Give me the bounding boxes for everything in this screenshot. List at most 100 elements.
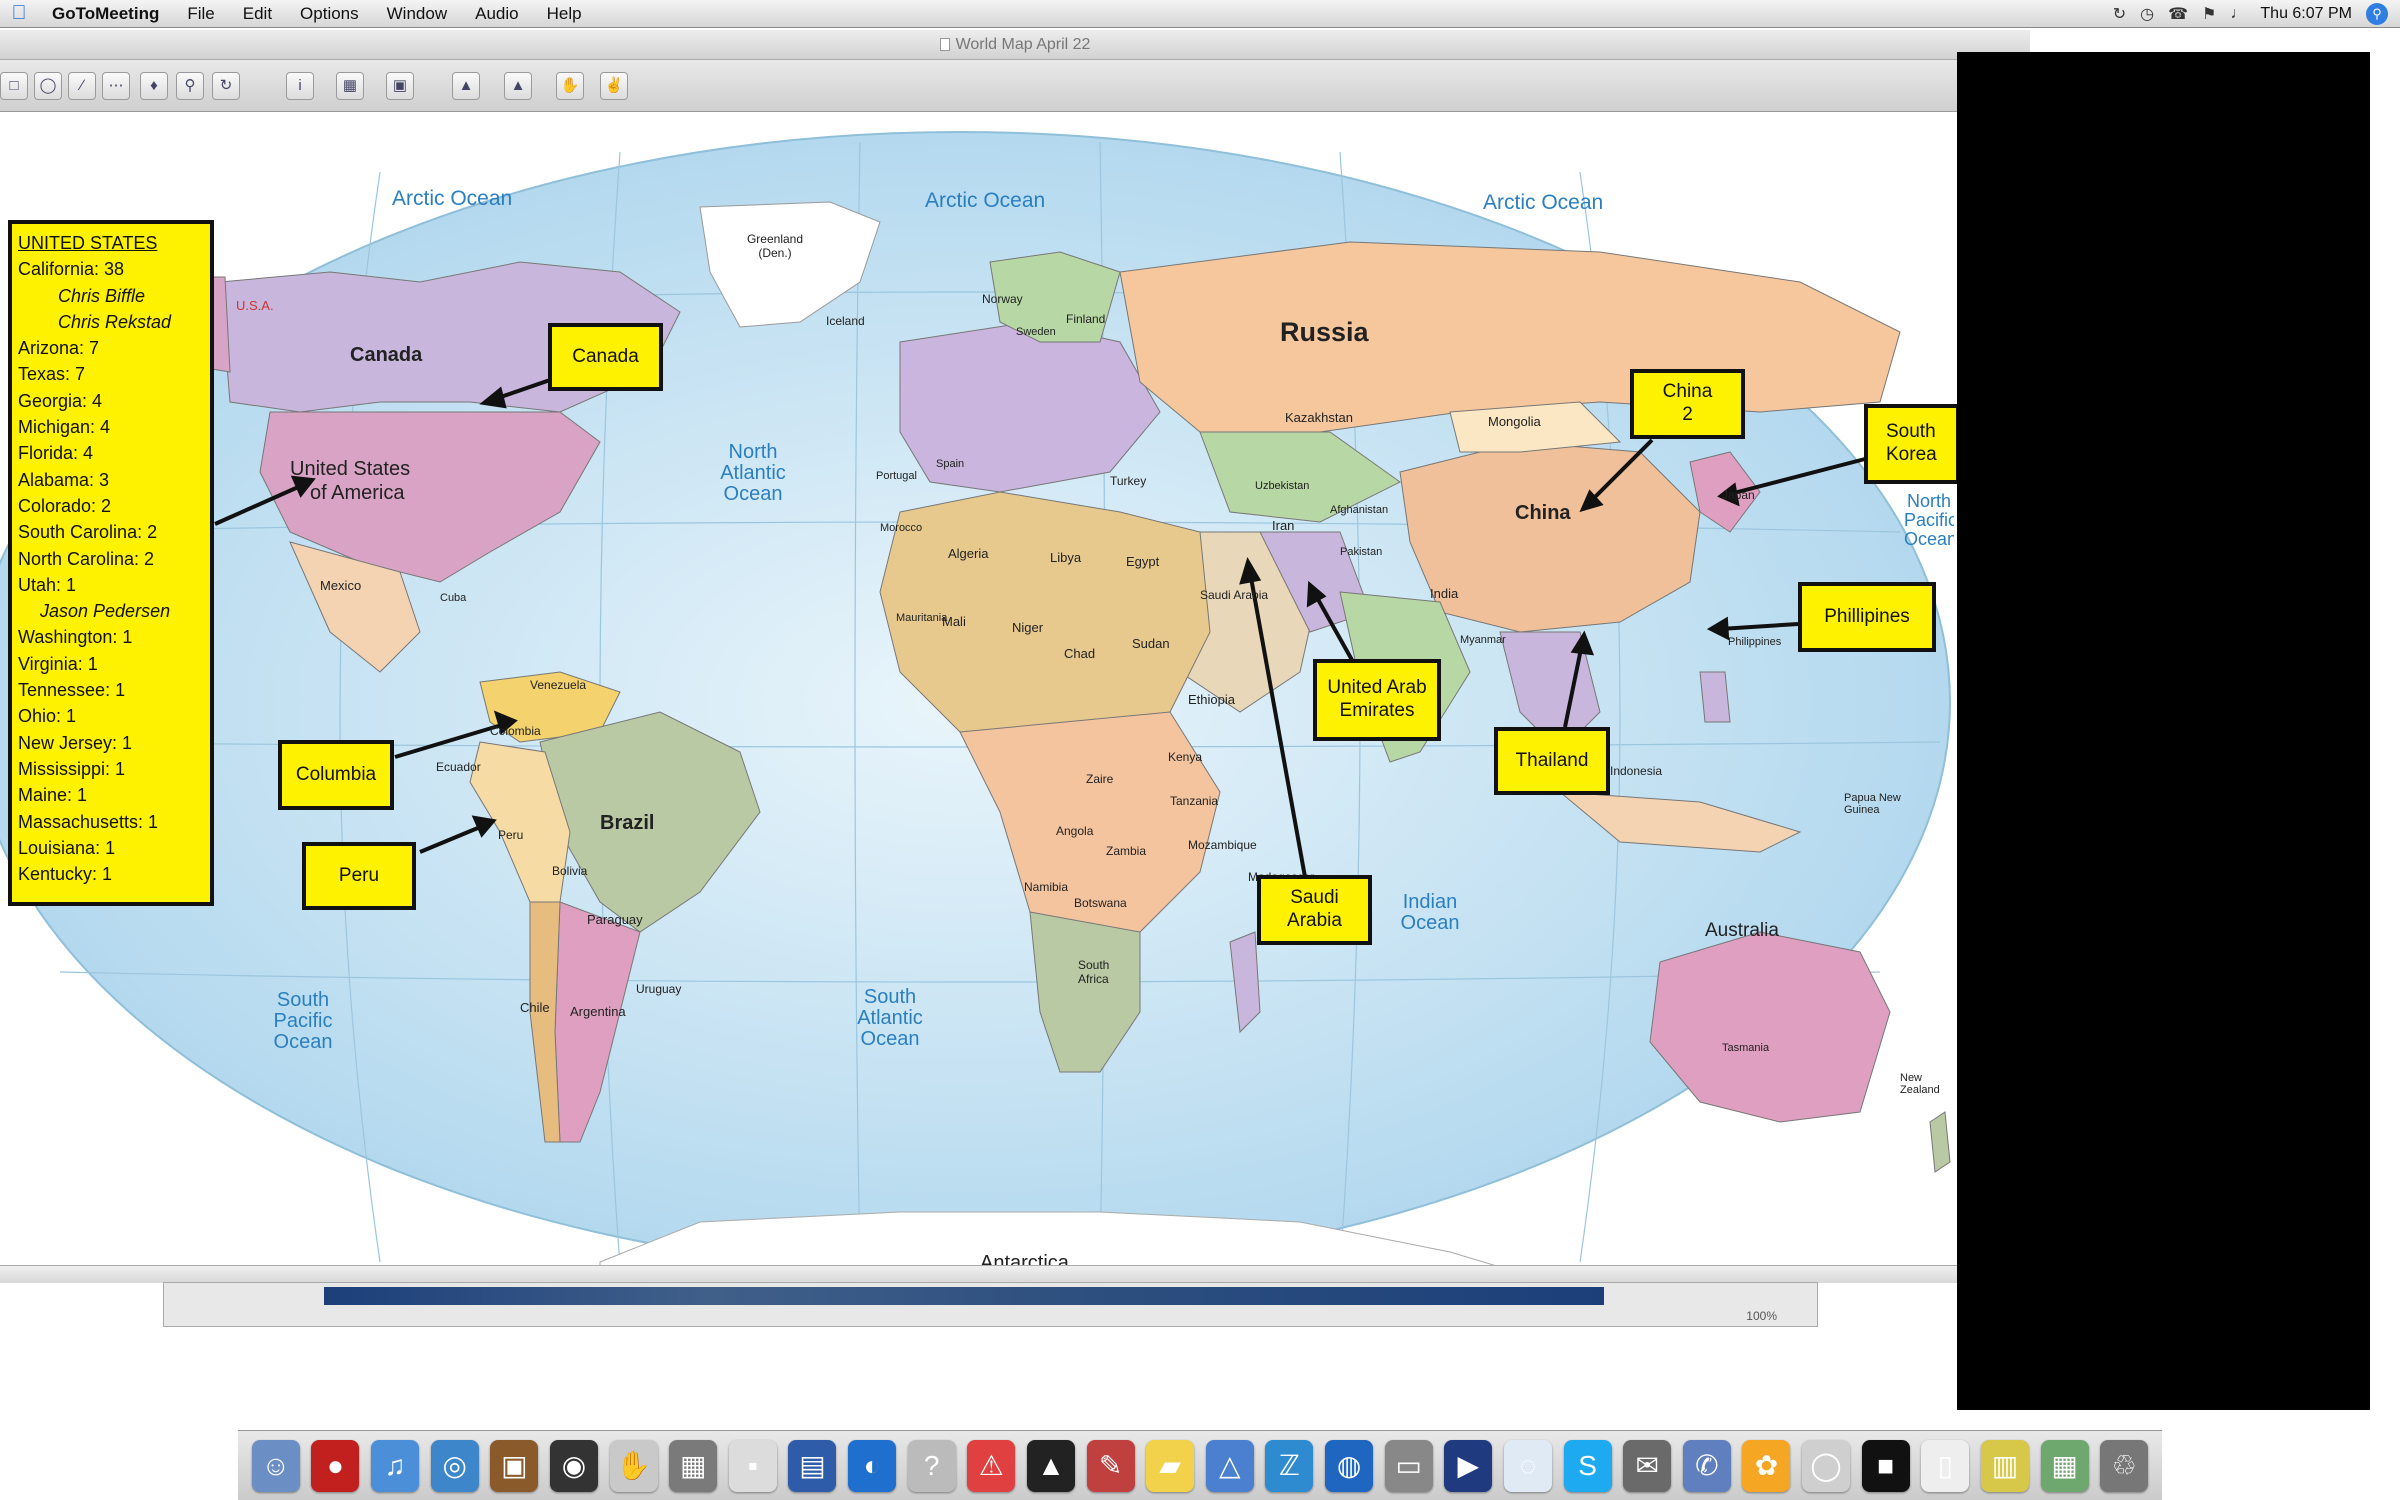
volume-icon[interactable]: ♩ xyxy=(2230,5,2246,23)
redacted-area xyxy=(1957,52,2370,1410)
zoom-tool-icon[interactable]: ⚲ xyxy=(176,72,204,100)
menu-app-name[interactable]: GoToMeeting xyxy=(38,4,173,24)
rect-select-tool-icon[interactable]: □ xyxy=(0,72,28,100)
callout-korea-line1: South xyxy=(1886,421,1936,443)
us-list-item: Alabama: 3 xyxy=(18,469,110,490)
itunes-icon[interactable]: ♫ xyxy=(371,1439,420,1492)
flag-icon[interactable]: ⚑ xyxy=(2202,4,2216,24)
app-icon[interactable]: ▦ xyxy=(2040,1439,2089,1492)
ocean-label-south-atlantic: South Atlantic Ocean xyxy=(857,986,923,1050)
menu-audio[interactable]: Audio xyxy=(461,4,532,24)
menu-help[interactable]: Help xyxy=(533,4,596,24)
callout-canada: Canada xyxy=(548,323,663,391)
us-list-item: South Carolina: 2 xyxy=(18,522,158,543)
pencil-icon[interactable]: ✎ xyxy=(1086,1439,1135,1492)
menu-window[interactable]: Window xyxy=(373,4,461,24)
hand-tool-icon[interactable]: ✋ xyxy=(556,72,584,100)
country-label-kenya: Kenya xyxy=(1168,750,1203,764)
time-machine-icon[interactable]: ◷ xyxy=(2140,4,2154,24)
dvd-icon[interactable]: ◉ xyxy=(549,1439,598,1492)
photo-icon[interactable]: ▣ xyxy=(490,1439,539,1492)
map-horizontal-scrollbar[interactable] xyxy=(0,1265,1960,1283)
country-label-saudi-map: Saudi Arabia xyxy=(1200,588,1269,602)
country-label-morocco: Morocco xyxy=(880,522,923,534)
pointer-tool-icon[interactable]: ▲ xyxy=(452,72,480,100)
zoom-percentage[interactable]: 100% xyxy=(1746,1309,1777,1323)
apple-menu-icon[interactable]:  xyxy=(0,2,38,25)
lasso-tool-icon[interactable]: ◯ xyxy=(34,72,62,100)
callout-south-korea: South Korea xyxy=(1864,404,1960,484)
hand-grab-icon[interactable]: ✌ xyxy=(600,72,628,100)
safari-icon[interactable]: ◎ xyxy=(430,1439,479,1492)
globe-icon[interactable]: ◍ xyxy=(1325,1439,1374,1492)
country-label-ethiopia: Ethiopia xyxy=(1188,692,1235,707)
browser-icon[interactable]: ● xyxy=(311,1439,360,1492)
sync-icon[interactable]: ↻ xyxy=(2113,4,2126,24)
flower-icon[interactable]: ✿ xyxy=(1742,1439,1791,1492)
phone-icon[interactable]: ☎ xyxy=(2168,4,2188,24)
app-icon[interactable]: ✆ xyxy=(1682,1439,1731,1492)
menu-options[interactable]: Options xyxy=(286,4,373,24)
country-label-sudan: Sudan xyxy=(1132,636,1170,651)
country-label-bolivia: Bolivia xyxy=(552,864,588,878)
app-icon[interactable]: ▥ xyxy=(1980,1439,2029,1492)
country-label-cuba: Cuba xyxy=(440,592,467,604)
trash-icon[interactable]: ♲ xyxy=(2100,1439,2149,1492)
grid-view-icon[interactable]: ▦ xyxy=(336,72,364,100)
trash-icon[interactable]: ■ xyxy=(1861,1439,1910,1492)
app-icon[interactable]: △ xyxy=(1205,1439,1254,1492)
us-list-item: Georgia: 4 xyxy=(18,390,103,411)
skype-icon[interactable]: S xyxy=(1563,1439,1612,1492)
line-tool-icon[interactable]: ∕ xyxy=(68,72,96,100)
pdf-icon[interactable]: ⚠ xyxy=(967,1439,1016,1492)
callout-china: China 2 xyxy=(1630,369,1745,439)
callout-saudi-arabia: Saudi Arabia xyxy=(1257,875,1372,945)
background-window-image-strip xyxy=(324,1287,1604,1305)
country-label-angola: Angola xyxy=(1056,824,1094,838)
menu-edit[interactable]: Edit xyxy=(229,4,286,24)
app-icon[interactable]: ▭ xyxy=(1384,1439,1433,1492)
clock[interactable]: Thu 6:07 PM xyxy=(2260,5,2352,23)
help-icon[interactable]: ? xyxy=(907,1439,956,1492)
country-label-algeria: Algeria xyxy=(948,546,989,561)
country-label-russia: Russia xyxy=(1280,317,1369,347)
country-label-zaire: Zaire xyxy=(1086,772,1114,786)
callout-uae-line2: Emirates xyxy=(1339,700,1415,721)
chat-icon[interactable]: ◌ xyxy=(1503,1439,1552,1492)
australia-shape xyxy=(1649,931,1891,1123)
eraser-tool-icon[interactable]: ⋯ xyxy=(102,72,130,100)
app-icon[interactable]: ℤ xyxy=(1265,1439,1314,1492)
rotate-tool-icon[interactable]: ↻ xyxy=(212,72,240,100)
app-icon[interactable]: ✉ xyxy=(1623,1439,1672,1492)
country-label-kazakhstan: Kazakhstan xyxy=(1285,410,1353,425)
photos-icon[interactable]: ◯ xyxy=(1802,1439,1851,1492)
stickies-icon[interactable]: ▰ xyxy=(1146,1439,1195,1492)
country-label-new-zealand: New Zealand xyxy=(1900,1072,1940,1096)
preview-icon[interactable]: ✋ xyxy=(609,1439,658,1492)
mail-icon[interactable]: ▤ xyxy=(788,1439,837,1492)
app-icon[interactable]: ▪ xyxy=(728,1439,777,1492)
app-icon[interactable]: ▲ xyxy=(1026,1439,1075,1492)
us-list-item: California: 38 xyxy=(18,259,125,280)
page-view-icon[interactable]: ▣ xyxy=(386,72,414,100)
us-list-lines: California: 38 Chris Biffle Chris Rekstad A… xyxy=(18,256,204,887)
imovie-icon[interactable]: ▶ xyxy=(1444,1439,1493,1492)
us-list-item: Virginia: 1 xyxy=(18,653,98,674)
country-label-uzbekistan: Uzbekistan xyxy=(1255,480,1310,492)
us-list-item: Chris Rekstad xyxy=(58,311,172,332)
system-icon[interactable]: ◐ xyxy=(848,1439,897,1492)
us-list-item: Tennessee: 1 xyxy=(18,680,126,701)
menu-file[interactable]: File xyxy=(173,4,228,24)
menu-extras: ↻ ◷ ☎ ⚑ ♩ Thu 6:07 PM ⚲ xyxy=(2113,0,2400,28)
stamp-tool-icon[interactable]: ♦ xyxy=(140,72,168,100)
finder-icon[interactable]: ☺ xyxy=(251,1439,300,1492)
info-icon[interactable]: i xyxy=(286,72,314,100)
app-icon[interactable]: ▯ xyxy=(1921,1439,1970,1492)
ocean-label-south-pacific: South Pacific Ocean xyxy=(273,989,333,1053)
us-list-item: Mississippi: 1 xyxy=(18,758,126,779)
callout-thailand: Thailand xyxy=(1494,727,1610,795)
calculator-icon[interactable]: ▦ xyxy=(669,1439,718,1492)
ocean-label-arctic-right: Arctic Ocean xyxy=(1483,191,1604,214)
spotlight-icon[interactable]: ⚲ xyxy=(2366,3,2388,25)
highlight-tool-icon[interactable]: ▲ xyxy=(504,72,532,100)
